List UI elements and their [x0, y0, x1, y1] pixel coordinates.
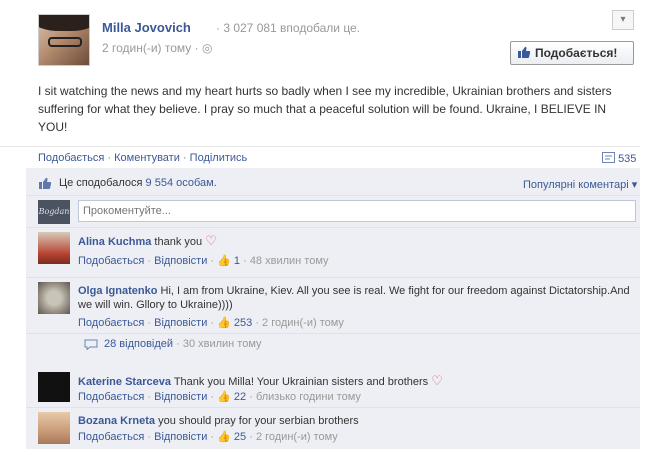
sort-comments-dropdown[interactable]: Популярні коментарі ▾ — [523, 178, 637, 191]
comment-item: Katerine Starceva Thank you Milla! Your … — [26, 368, 640, 408]
shares-count[interactable]: 535 — [602, 152, 636, 165]
comment-meta: Подобається · Відповісти · 👍 25 · 2 годи… — [78, 431, 338, 443]
comment-composer: Bogdan — [26, 196, 640, 228]
comment-likes-count: 253 — [233, 317, 253, 329]
comment-meta: Подобається · Відповісти · 👍 1 · 48 хвил… — [78, 255, 329, 267]
thumbs-up-icon: 👍 — [217, 255, 231, 267]
comment-meta: Подобається · Відповісти · 👍 22 · близьк… — [78, 391, 361, 403]
comment-reply-link[interactable]: Відповісти — [154, 255, 207, 267]
comment-text: you should pray for your serbian brother… — [158, 415, 359, 427]
thumbs-up-icon: 👍 — [217, 431, 231, 443]
shares-count-value: 535 — [618, 153, 637, 165]
replies-time: · 30 хвилин тому — [176, 338, 262, 350]
thumbs-up-icon: 👍 — [217, 391, 231, 403]
chevron-down-icon[interactable]: ▾ — [612, 10, 634, 30]
facebook-post: Milla Jovovich · 3 027 081 вподобали це.… — [0, 0, 660, 449]
like-page-button[interactable]: Подобається! — [510, 41, 634, 65]
heart-icon: ♡ — [205, 233, 217, 248]
thumbs-up-icon — [518, 46, 531, 58]
comment-input[interactable] — [78, 200, 636, 222]
commenter-avatar[interactable] — [38, 412, 70, 444]
globe-icon: ◎ — [201, 41, 213, 55]
share-link[interactable]: Поділитись — [190, 152, 248, 164]
action-bar: Подобається · Коментувати · Поділитись 5… — [0, 146, 640, 168]
comment-time[interactable]: 2 годин(-и) тому — [256, 431, 338, 443]
commenter-name[interactable]: Alina Kuchma — [78, 236, 151, 248]
comment-likes-count: 1 — [233, 255, 241, 267]
commenter-avatar[interactable] — [38, 282, 70, 314]
post-text: I sit watching the news and my heart hur… — [38, 84, 612, 134]
commenter-avatar[interactable] — [38, 232, 70, 264]
comment-like-link[interactable]: Подобається — [78, 431, 144, 443]
page-likes-count: · 3 027 081 вподобали це. — [216, 21, 361, 35]
post-timestamp[interactable]: 2 годин(-и) тому · ◎ — [102, 41, 212, 55]
like-link[interactable]: Подобається — [38, 152, 104, 164]
comment-like-link[interactable]: Подобається — [78, 317, 144, 329]
current-user-avatar: Bogdan — [38, 200, 70, 224]
comment-likes[interactable]: 👍 25 — [217, 431, 246, 443]
comment-time[interactable]: близько години тому — [256, 391, 361, 403]
likes-summary: Це сподобалося 9 554 особам. Популярні к… — [26, 168, 640, 196]
comment-likes-count: 22 — [233, 391, 247, 403]
replies-count[interactable]: 28 відповідей — [104, 338, 173, 350]
share-icon — [602, 152, 615, 163]
author-avatar[interactable] — [38, 14, 90, 66]
comment-time[interactable]: 2 годин(-и) тому — [262, 317, 344, 329]
like-page-label: Подобається! — [535, 46, 618, 60]
post-time[interactable]: 2 годин(-и) тому · — [102, 41, 199, 55]
comment-reply-link[interactable]: Відповісти — [154, 317, 207, 329]
comment-body: Olga Ignatenko Hi, I am from Ukraine, Ki… — [78, 284, 633, 312]
view-replies-row[interactable]: 28 відповідей · 30 хвилин тому — [78, 334, 640, 356]
comment-body: Alina Kuchma thank you ♡ — [78, 234, 633, 249]
thumbs-up-icon — [39, 177, 52, 189]
feedback-area: Це сподобалося 9 554 особам. Популярні к… — [26, 168, 640, 449]
author-name[interactable]: Milla Jovovich — [102, 20, 191, 35]
commenter-name[interactable]: Bozana Krneta — [78, 415, 155, 427]
comment-item: Bozana Krneta you should pray for your s… — [26, 408, 640, 449]
comment-meta: Подобається · Відповісти · 👍 253 · 2 год… — [78, 317, 344, 329]
likes-count-link[interactable]: 9 554 особам. — [146, 177, 217, 189]
commenter-avatar[interactable] — [38, 372, 70, 402]
post-header: Milla Jovovich · 3 027 081 вподобали це.… — [38, 8, 638, 68]
thumbs-up-icon: 👍 — [217, 317, 231, 329]
comment-link[interactable]: Коментувати — [114, 152, 180, 164]
comment-like-link[interactable]: Подобається — [78, 255, 144, 267]
likes-prefix: Це сподобалося — [59, 177, 143, 189]
heart-icon: ♡ — [431, 373, 443, 388]
comment-body: Bozana Krneta you should pray for your s… — [78, 414, 633, 428]
comment-item: Olga Ignatenko Hi, I am from Ukraine, Ki… — [26, 278, 640, 334]
comment-reply-link[interactable]: Відповісти — [154, 431, 207, 443]
comment-text: thank you — [154, 236, 203, 248]
comment-likes-count: 25 — [233, 431, 247, 443]
comment-body: Katerine Starceva Thank you Milla! Your … — [78, 374, 633, 389]
comment-reply-link[interactable]: Відповісти — [154, 391, 207, 403]
comment-text: Hi, I am from Ukraine, Kiev. All you see… — [78, 285, 630, 311]
comment-likes[interactable]: 👍 22 — [217, 391, 246, 403]
comment-like-link[interactable]: Подобається — [78, 391, 144, 403]
comment-text: Thank you Milla! Your Ukrainian sisters … — [173, 376, 429, 388]
comment-likes[interactable]: 👍 253 — [217, 317, 252, 329]
commenter-name[interactable]: Katerine Starceva — [78, 376, 171, 388]
comment-item: Alina Kuchma thank you ♡ Подобається · В… — [26, 228, 640, 278]
comment-time[interactable]: 48 хвилин тому — [250, 255, 329, 267]
replies-icon — [84, 339, 98, 350]
comment-likes[interactable]: 👍 1 — [217, 255, 240, 267]
commenter-name[interactable]: Olga Ignatenko — [78, 285, 157, 297]
